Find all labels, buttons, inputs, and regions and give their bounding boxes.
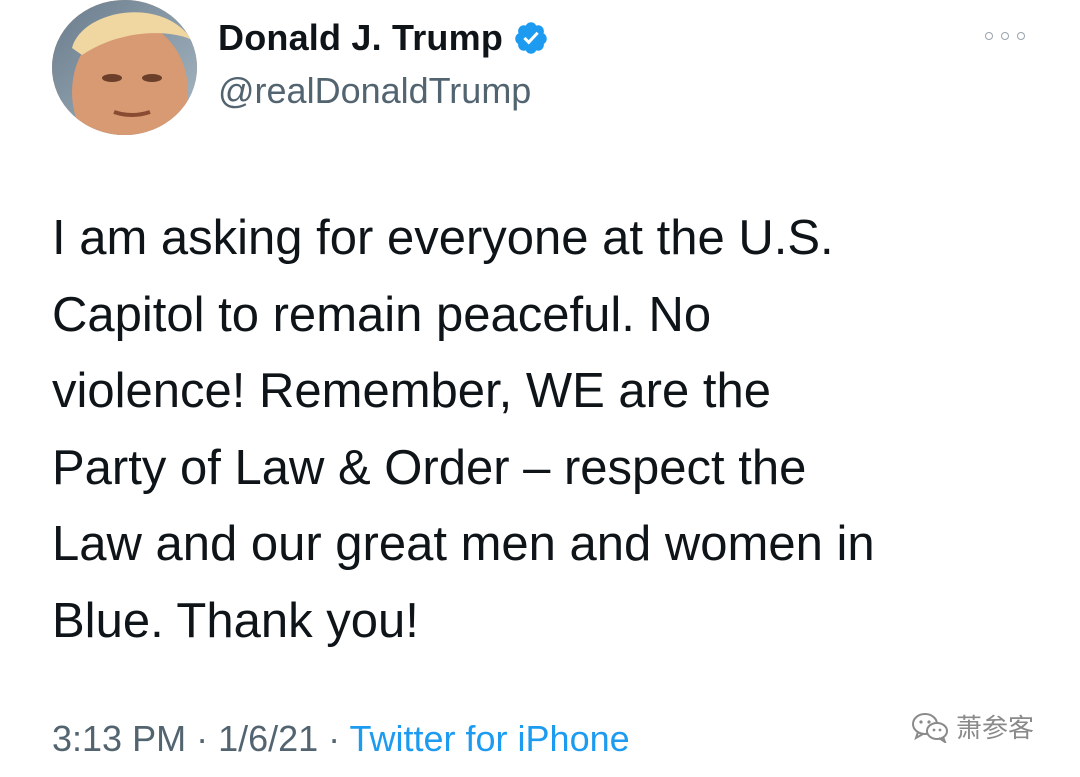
tweet-line: violence! Remember, WE are the <box>52 364 771 418</box>
tweet-line: Party of Law & Order – respect the <box>52 440 807 495</box>
tweet-card: Donald J. Trump @realDonaldTrump I am as… <box>0 0 1080 777</box>
wechat-icon <box>912 712 948 743</box>
author-row: Donald J. Trump <box>218 14 549 62</box>
display-name[interactable]: Donald J. Trump <box>218 17 503 59</box>
tweet-meta: 3:13 PM · 1/6/21 · Twitter for iPhone <box>52 718 630 760</box>
tweet-line: Capitol to remain peaceful. No <box>52 287 712 342</box>
more-dot <box>985 32 993 40</box>
tweet-time[interactable]: 3:13 PM <box>52 718 186 759</box>
meta-separator: · <box>318 718 350 759</box>
meta-separator: · <box>186 718 219 759</box>
verified-badge-icon <box>513 20 549 56</box>
watermark: 萧参客 <box>910 708 1034 745</box>
watermark-text: 萧参客 <box>956 714 1035 744</box>
avatar[interactable] <box>52 0 197 135</box>
tweet-source[interactable]: Twitter for iPhone <box>350 718 630 759</box>
more-dot <box>1017 32 1025 40</box>
handle[interactable]: @realDonaldTrump <box>218 70 531 112</box>
avatar-photo <box>52 0 197 135</box>
tweet-line: Blue. Thank you! <box>52 593 419 648</box>
tweet-line: I am asking for everyone at the U.S. <box>52 211 834 265</box>
more-dot <box>1001 32 1009 40</box>
tweet-text: I am asking for everyone at the U.S. Cap… <box>52 200 1042 659</box>
tweet-date[interactable]: 1/6/21 <box>218 718 318 759</box>
more-icon[interactable] <box>985 26 1025 46</box>
tweet-line: Law and our great men and women in <box>52 517 875 571</box>
